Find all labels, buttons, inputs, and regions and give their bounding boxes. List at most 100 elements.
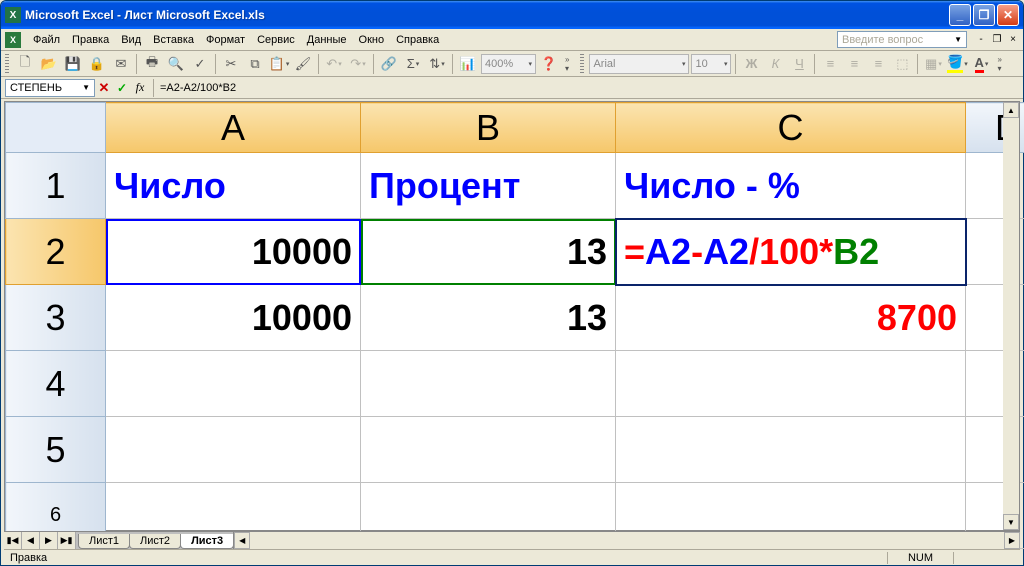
- undo-icon[interactable]: ↶▾: [323, 53, 345, 75]
- menu-window[interactable]: Окно: [353, 32, 391, 48]
- col-header-b[interactable]: B: [361, 103, 616, 153]
- scroll-down-button[interactable]: ▼: [1003, 514, 1019, 530]
- toolbar-overflow[interactable]: »▾: [562, 55, 572, 73]
- horizontal-scrollbar[interactable]: ◀ ▶: [233, 532, 1020, 549]
- menu-insert[interactable]: Вставка: [147, 32, 200, 48]
- align-right-icon[interactable]: ≡: [867, 53, 889, 75]
- scroll-right-button[interactable]: ▶: [1004, 532, 1020, 549]
- formula-input[interactable]: =A2-A2/100*B2: [153, 79, 1019, 97]
- window-title: Microsoft Excel - Лист Microsoft Excel.x…: [25, 8, 949, 22]
- maximize-button[interactable]: ❐: [973, 4, 995, 26]
- toolbar-grip-2[interactable]: [580, 54, 584, 74]
- menu-data[interactable]: Данные: [301, 32, 353, 48]
- minimize-button[interactable]: _: [949, 4, 971, 26]
- row-header-4[interactable]: 4: [6, 351, 106, 417]
- cell-b3[interactable]: 13: [361, 285, 616, 351]
- paste-icon[interactable]: 📋▾: [268, 53, 290, 75]
- hyperlink-icon[interactable]: 🔗: [378, 53, 400, 75]
- insert-function-button[interactable]: fx: [131, 79, 149, 97]
- row-header-5[interactable]: 5: [6, 417, 106, 483]
- cell-a4[interactable]: [106, 351, 361, 417]
- fill-color-icon[interactable]: 🪣▾: [946, 53, 968, 75]
- help-search-box[interactable]: Введите вопрос ▼: [837, 31, 967, 48]
- align-left-icon[interactable]: ≡: [819, 53, 841, 75]
- toolbar-grip[interactable]: [5, 54, 9, 74]
- col-header-c[interactable]: C: [616, 103, 966, 153]
- cell-a1[interactable]: Число: [106, 153, 361, 219]
- cell-c5[interactable]: [616, 417, 966, 483]
- sort-icon[interactable]: ⇅▾: [426, 53, 448, 75]
- cell-c1[interactable]: Число - %: [616, 153, 966, 219]
- scroll-up-button[interactable]: ▲: [1003, 102, 1019, 118]
- cell-b1[interactable]: Процент: [361, 153, 616, 219]
- mail-icon[interactable]: ✉: [110, 53, 132, 75]
- menu-view[interactable]: Вид: [115, 32, 147, 48]
- bold-icon[interactable]: Ж: [740, 53, 762, 75]
- menu-help[interactable]: Справка: [390, 32, 445, 48]
- italic-icon[interactable]: К: [764, 53, 786, 75]
- format-toolbar-overflow[interactable]: »▾: [994, 55, 1004, 73]
- tab-last-button[interactable]: ▶▮: [58, 532, 76, 549]
- menu-edit[interactable]: Правка: [66, 32, 115, 48]
- print-preview-icon[interactable]: 🔍: [165, 53, 187, 75]
- copy-icon[interactable]: ⧉: [244, 53, 266, 75]
- row-header-2[interactable]: 2: [6, 219, 106, 285]
- cell-b4[interactable]: [361, 351, 616, 417]
- spellcheck-icon[interactable]: ✓: [189, 53, 211, 75]
- row-header-1[interactable]: 1: [6, 153, 106, 219]
- excel-doc-icon[interactable]: X: [5, 32, 21, 48]
- formula-part-ref-b2: B2: [833, 231, 879, 272]
- cut-icon[interactable]: ✂: [220, 53, 242, 75]
- cell-b5[interactable]: [361, 417, 616, 483]
- cell-b2[interactable]: 13: [361, 219, 616, 285]
- cell-c2[interactable]: =A2-A2/100*B2: [616, 219, 966, 285]
- sheet-tab-1[interactable]: Лист1: [78, 534, 130, 549]
- font-name-combo[interactable]: Arial▾: [589, 54, 689, 74]
- formula-text: =A2-A2/100*B2: [160, 82, 236, 94]
- mdi-minimize-button[interactable]: -: [973, 32, 989, 48]
- tab-next-button[interactable]: ▶: [40, 532, 58, 549]
- print-icon[interactable]: 🖶: [141, 53, 163, 75]
- merge-icon[interactable]: ⬚: [891, 53, 913, 75]
- scroll-left-button[interactable]: ◀: [234, 532, 250, 549]
- help-icon[interactable]: ❓: [538, 53, 560, 75]
- select-all-corner[interactable]: [6, 103, 106, 153]
- cell-c3[interactable]: 8700: [616, 285, 966, 351]
- autosum-icon[interactable]: Σ▾: [402, 53, 424, 75]
- cell-c4[interactable]: [616, 351, 966, 417]
- menu-format[interactable]: Формат: [200, 32, 251, 48]
- font-color-icon[interactable]: A▾: [970, 53, 992, 75]
- tab-prev-button[interactable]: ◀: [22, 532, 40, 549]
- format-painter-icon[interactable]: 🖌: [292, 53, 314, 75]
- formula-cancel-button[interactable]: ✕: [95, 79, 113, 97]
- borders-icon[interactable]: ▦▾: [922, 53, 944, 75]
- menu-file[interactable]: Файл: [27, 32, 66, 48]
- menu-tools[interactable]: Сервис: [251, 32, 301, 48]
- underline-icon[interactable]: Ч: [788, 53, 810, 75]
- cell-a5[interactable]: [106, 417, 361, 483]
- worksheet-grid[interactable]: A B C D 1 Число Процент Число - % 2 1000…: [4, 101, 1020, 531]
- name-box[interactable]: СТЕПЕНЬ ▼: [5, 79, 95, 97]
- save-icon[interactable]: 💾: [62, 53, 84, 75]
- cell-a3[interactable]: 10000: [106, 285, 361, 351]
- open-file-icon[interactable]: 📂: [38, 53, 60, 75]
- font-size-combo[interactable]: 10▾: [691, 54, 731, 74]
- align-center-icon[interactable]: ≡: [843, 53, 865, 75]
- chart-wizard-icon[interactable]: 📊: [457, 53, 479, 75]
- mdi-restore-button[interactable]: ❐: [989, 32, 1005, 48]
- close-button[interactable]: ✕: [997, 4, 1019, 26]
- mdi-close-button[interactable]: ×: [1005, 32, 1021, 48]
- new-file-icon[interactable]: 🗋: [14, 53, 36, 75]
- cell-a2[interactable]: 10000: [106, 219, 361, 285]
- vertical-scrollbar[interactable]: ▲ ▼: [1003, 101, 1020, 531]
- zoom-combo[interactable]: 400%▾: [481, 54, 536, 74]
- formula-enter-button[interactable]: ✓: [113, 79, 131, 97]
- redo-icon[interactable]: ↷▾: [347, 53, 369, 75]
- col-header-a[interactable]: A: [106, 103, 361, 153]
- row-header-3[interactable]: 3: [6, 285, 106, 351]
- tab-first-button[interactable]: ▮◀: [4, 532, 22, 549]
- sheet-tab-2[interactable]: Лист2: [129, 534, 181, 549]
- formula-part-minus: -: [691, 231, 703, 272]
- permission-icon[interactable]: 🔒: [86, 53, 108, 75]
- sheet-tab-3[interactable]: Лист3: [180, 534, 234, 549]
